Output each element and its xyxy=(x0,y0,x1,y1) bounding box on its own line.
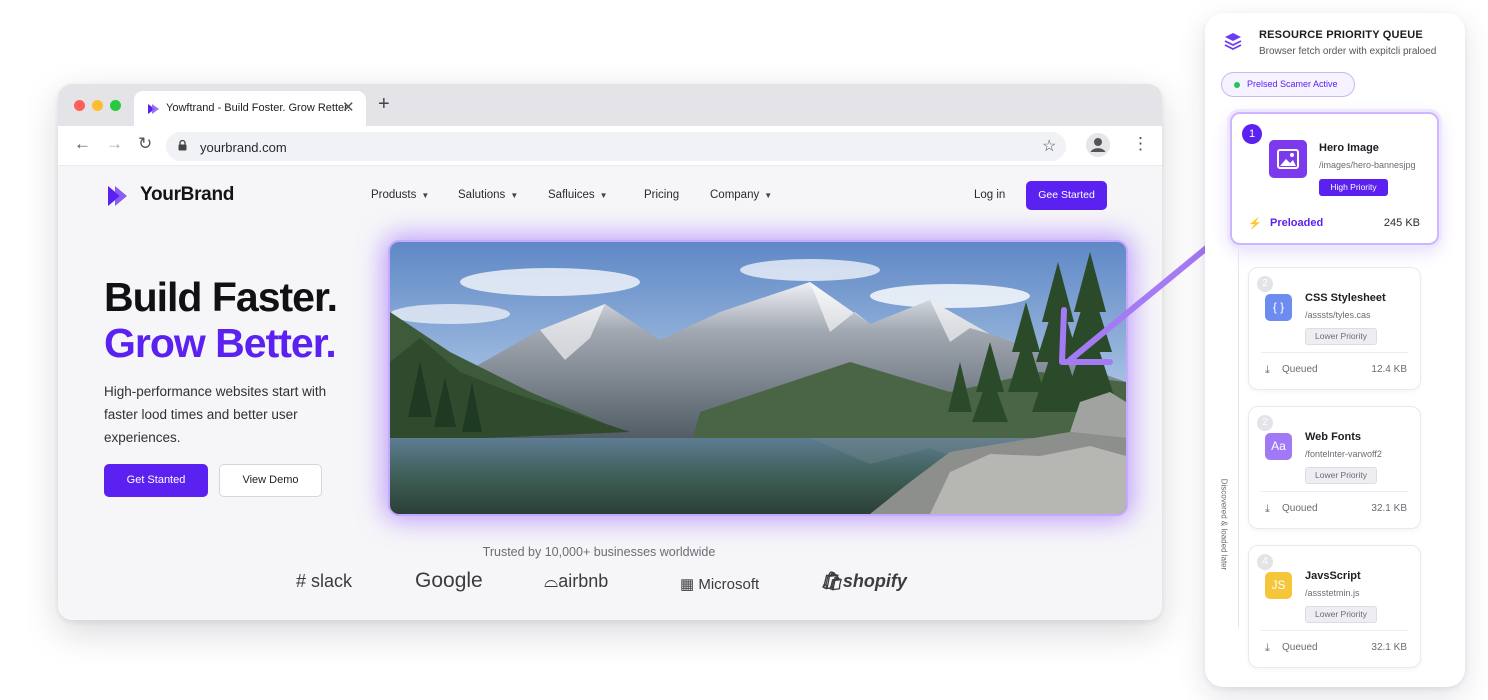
hero-headline-line2: Grow Better. xyxy=(104,320,337,366)
logo-google: Google xyxy=(415,569,483,592)
image-icon xyxy=(1269,140,1307,178)
tab-bar: Yowftrand - Build Foster. Grow Retter. ✕… xyxy=(58,84,1162,126)
priority-badge: High Priority xyxy=(1319,179,1388,196)
priority-badge: Lower Priority xyxy=(1305,467,1377,484)
hero-headline-line1: Build Faster. xyxy=(104,274,338,320)
discovered-later-label: Discovered & loaded later xyxy=(1219,478,1229,571)
browser-toolbar: ← → ↻ yourbrand.com ☆ xyxy=(58,126,1162,166)
divider xyxy=(1261,352,1408,353)
tab-close-icon[interactable]: ✕ xyxy=(342,98,355,116)
resource-state: Queued xyxy=(1282,364,1318,375)
brand-name[interactable]: YourBrand xyxy=(140,184,234,206)
view-demo-button[interactable]: View Demo xyxy=(219,464,322,497)
minimize-window-button[interactable] xyxy=(92,100,103,111)
queue-item-css-stylesheet[interactable]: 2 { } CSS Stylesheet /asssts/tyles.cas L… xyxy=(1248,267,1421,390)
panel-title: RESOURCE PRIORITY QUEUE xyxy=(1259,29,1423,41)
layers-stack-icon xyxy=(1224,33,1242,51)
priority-badge: Lower Priority xyxy=(1305,328,1377,345)
chevron-down-icon: ▼ xyxy=(510,191,519,200)
lightning-bolt-icon: ⚡ xyxy=(1248,218,1262,230)
airbnb-icon: ⌓ xyxy=(544,571,559,591)
queue-item-javascript[interactable]: 4 JS JavsScript /assstetmin.js Lower Pri… xyxy=(1248,545,1421,668)
queue-position-badge: 4 xyxy=(1257,554,1273,570)
scanner-status-badge: Prelsed Scamer Active xyxy=(1221,72,1355,97)
javascript-file-icon: JS xyxy=(1265,572,1292,599)
logo-slack: # slack xyxy=(296,571,353,591)
font-aa-icon: Aa xyxy=(1265,433,1292,460)
nav-company[interactable]: Company ▼ xyxy=(710,189,772,201)
browser-tab[interactable]: Yowftrand - Build Foster. Grow Retter. ✕ xyxy=(134,91,366,126)
brand-favicon-icon xyxy=(148,104,159,114)
close-window-button[interactable] xyxy=(74,100,85,111)
resource-name: CSS Stylesheet xyxy=(1305,292,1386,304)
logo-microsoft: ▦ Microsoft xyxy=(680,576,760,593)
bookmark-star-icon[interactable]: ☆ xyxy=(1042,136,1056,156)
resource-size: 12.4 KB xyxy=(1371,364,1407,375)
resource-name: Hero Image xyxy=(1319,142,1379,154)
resource-path: /assstetmin.js xyxy=(1305,588,1360,598)
address-bar[interactable]: yourbrand.com xyxy=(166,132,1066,161)
tab-title: Yowftrand - Build Foster. Grow Retter. xyxy=(166,102,351,114)
forward-arrow-icon[interactable]: → xyxy=(106,134,123,154)
queue-item-hero-image[interactable]: 1 Hero Image /images/hero-bannesjpg High… xyxy=(1230,112,1439,245)
lock-icon xyxy=(178,140,187,151)
status-dot-icon xyxy=(1234,82,1240,88)
website-viewport: YourBrand Produsts ▼ Salutions ▼ Safluices… xyxy=(58,166,1162,620)
resource-state: Quoued xyxy=(1282,503,1318,514)
resource-name: JavsScript xyxy=(1305,570,1361,582)
resource-priority-panel: RESOURCE PRIORITY QUEUE Browser fetch or… xyxy=(1205,13,1465,687)
shopify-bag-icon: 🛍 xyxy=(820,571,843,591)
login-link[interactable]: Log in xyxy=(974,189,1005,201)
reload-icon[interactable]: ↻ xyxy=(138,134,152,154)
brand-logo-icon[interactable] xyxy=(106,183,130,209)
queue-position-badge: 1 xyxy=(1242,124,1262,144)
url-text: yourbrand.com xyxy=(200,140,287,155)
nav-pricing[interactable]: Pricing xyxy=(644,189,679,201)
panel-subtitle: Browser fetch order with expitcli praloe… xyxy=(1259,46,1437,57)
slack-hash-icon: # xyxy=(296,571,307,591)
nav-solutions[interactable]: Salutions ▼ xyxy=(458,189,518,201)
logo-airbnb: ⌓airbnb xyxy=(544,571,609,591)
resource-size: 32.1 KB xyxy=(1371,642,1407,653)
nav-services[interactable]: Safluices ▼ xyxy=(548,189,608,201)
resource-size: 245 KB xyxy=(1383,217,1420,229)
resource-path: /images/hero-bannesjpg xyxy=(1319,160,1416,170)
maximize-window-button[interactable] xyxy=(110,100,121,111)
download-icon: ⤓ xyxy=(1265,642,1270,654)
queue-item-web-fonts[interactable]: 2 Aa Web Fonts /fontelnter-varwoff2 Lowe… xyxy=(1248,406,1421,529)
logo-shopify: 🛍shopify xyxy=(820,571,907,591)
header-get-started-button[interactable]: Gee Started xyxy=(1026,181,1107,210)
resource-path: /fontelnter-varwoff2 xyxy=(1305,449,1382,459)
queue-position-badge: 2 xyxy=(1257,276,1273,292)
chevron-down-icon: ▼ xyxy=(421,191,430,200)
new-tab-icon[interactable]: + xyxy=(378,93,390,116)
queue-timeline-line xyxy=(1238,250,1239,628)
priority-badge: Lower Priority xyxy=(1305,606,1377,623)
browser-menu-icon[interactable]: ⋮ xyxy=(1132,134,1149,154)
chevron-down-icon: ▼ xyxy=(764,191,773,200)
back-arrow-icon[interactable]: ← xyxy=(74,134,91,154)
hero-lead-text: High-performance websites start with fas… xyxy=(104,384,327,445)
resource-state: Queued xyxy=(1282,642,1318,653)
chevron-down-icon: ▼ xyxy=(599,191,608,200)
nav-products[interactable]: Produsts ▼ xyxy=(371,189,429,201)
download-icon: ⤓ xyxy=(1265,503,1270,515)
profile-avatar-icon[interactable] xyxy=(1086,133,1110,157)
hero-image xyxy=(390,242,1126,514)
divider xyxy=(1261,630,1408,631)
browser-window: Yowftrand - Build Foster. Grow Retter. ✕… xyxy=(58,84,1162,620)
resource-size: 32.1 KB xyxy=(1371,503,1407,514)
resource-path: /asssts/tyles.cas xyxy=(1305,310,1371,320)
queue-position-badge: 2 xyxy=(1257,415,1273,431)
resource-name: Web Fonts xyxy=(1305,431,1362,443)
trusted-by-text: Trusted by 10,000+ businesses worldwide xyxy=(482,545,716,559)
code-braces-icon: { } xyxy=(1265,294,1292,321)
resource-state: Preloaded xyxy=(1270,217,1324,229)
mountain-lake-illustration xyxy=(390,242,1126,514)
hero-get-started-button[interactable]: Get Stanted xyxy=(104,464,208,497)
divider xyxy=(1261,491,1408,492)
windows-grid-icon: ▦ xyxy=(680,576,695,593)
download-icon: ⤓ xyxy=(1265,364,1270,376)
